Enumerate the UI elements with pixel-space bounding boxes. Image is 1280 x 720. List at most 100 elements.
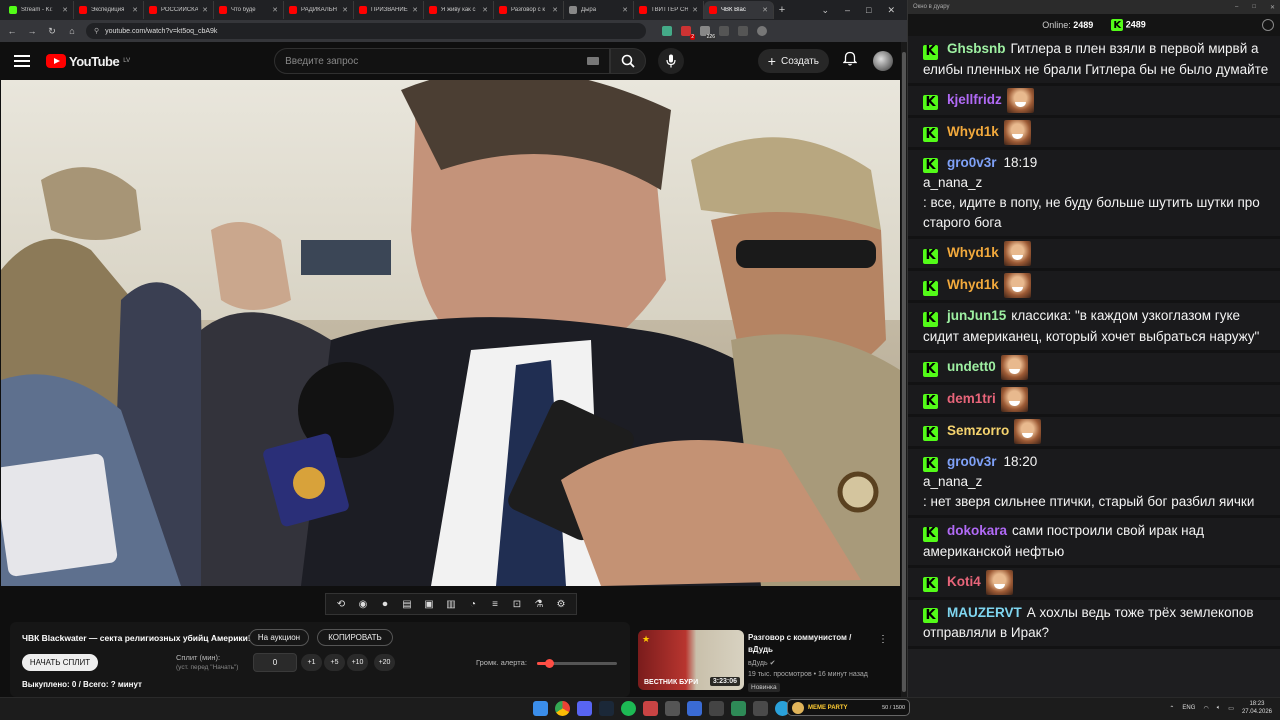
create-button[interactable]: + Создать bbox=[757, 49, 829, 73]
meme-party-widget[interactable]: MEME PARTY 50 / 1500 bbox=[787, 699, 910, 716]
chevron-down-icon[interactable]: ⌄ bbox=[821, 5, 829, 16]
increment-button[interactable]: +1 bbox=[301, 654, 322, 671]
chat-settings-icon[interactable] bbox=[1262, 19, 1274, 31]
chat-username[interactable]: undett0 bbox=[947, 359, 996, 374]
tab-close-icon[interactable]: ✕ bbox=[132, 6, 138, 14]
puzzle-icon[interactable] bbox=[719, 26, 729, 36]
auction-button[interactable]: На аукцион bbox=[249, 629, 309, 646]
app-icon[interactable] bbox=[709, 701, 724, 716]
spotify-icon[interactable] bbox=[621, 701, 636, 716]
site-info-icon[interactable]: ⚲ bbox=[94, 27, 99, 35]
chat-username[interactable]: Whyd1k bbox=[947, 277, 999, 292]
close-icon[interactable]: ✕ bbox=[887, 5, 895, 16]
chat-messages[interactable]: K Ghsbsnb Гитлера в плен взяли в первой ми… bbox=[908, 36, 1280, 697]
tray-chevron-icon[interactable]: ⌃ bbox=[1169, 705, 1174, 712]
screenshot-icon[interactable]: ⊡ bbox=[510, 597, 524, 611]
split-minutes-input[interactable]: 0 bbox=[253, 653, 297, 672]
browser-tab[interactable]: ПРИЗВАНИЕ ✕ bbox=[354, 1, 424, 19]
battery-icon[interactable]: ▭ bbox=[1228, 705, 1234, 712]
flask-icon[interactable]: ⚗ bbox=[532, 597, 546, 611]
close-icon[interactable]: ✕ bbox=[1270, 4, 1275, 11]
recommended-channel[interactable]: вДудь ✔ bbox=[748, 659, 775, 667]
more-options-icon[interactable]: ⋮ bbox=[878, 634, 888, 645]
browser-tab[interactable]: Экспедиция ✕ bbox=[74, 1, 144, 19]
start-icon[interactable] bbox=[533, 701, 548, 716]
volume-icon[interactable]: 🔈︎ bbox=[1217, 705, 1221, 712]
tab-close-icon[interactable]: ✕ bbox=[272, 6, 278, 14]
notifications-button[interactable] bbox=[842, 51, 858, 71]
app-icon[interactable] bbox=[687, 701, 702, 716]
alert-volume-slider[interactable] bbox=[537, 659, 617, 668]
tab-close-icon[interactable]: ✕ bbox=[622, 6, 628, 14]
tab-close-icon[interactable]: ✕ bbox=[412, 6, 418, 14]
transcript-icon[interactable]: ≡ bbox=[488, 597, 502, 611]
home-icon[interactable]: ⌂ bbox=[66, 26, 78, 36]
start-split-button[interactable]: НАЧАТЬ СПЛИТ bbox=[22, 654, 98, 671]
chat-username[interactable]: junJun15 bbox=[947, 308, 1006, 323]
tab-close-icon[interactable]: ✕ bbox=[692, 6, 698, 14]
browser-tab[interactable]: Разговор с к ✕ bbox=[494, 1, 564, 19]
loop-icon[interactable]: ⟲ bbox=[334, 597, 348, 611]
discord-icon[interactable] bbox=[577, 701, 592, 716]
subtitles-icon[interactable]: ▥ bbox=[444, 597, 458, 611]
chat-username[interactable]: Ghsbsnb bbox=[947, 41, 1006, 56]
browser-tab[interactable]: ТВИТТЕР СН ✕ bbox=[634, 1, 704, 19]
chat-username[interactable]: dokokara bbox=[947, 523, 1007, 538]
account-avatar[interactable] bbox=[873, 51, 893, 71]
chat-username[interactable]: dem1tri bbox=[947, 391, 996, 406]
increment-button[interactable]: +20 bbox=[374, 654, 395, 671]
menu-icon[interactable] bbox=[14, 55, 30, 67]
maximize-icon[interactable]: □ bbox=[866, 5, 871, 16]
increment-button[interactable]: +5 bbox=[324, 654, 345, 671]
tab-close-icon[interactable]: ✕ bbox=[482, 6, 488, 14]
new-tab-icon[interactable]: + bbox=[774, 4, 790, 16]
maximize-icon[interactable]: □ bbox=[1252, 4, 1256, 11]
settings-gear-icon[interactable]: ⚙ bbox=[554, 597, 568, 611]
minimize-icon[interactable]: – bbox=[845, 5, 850, 16]
tab-close-icon[interactable]: ✕ bbox=[342, 6, 348, 14]
chat-username[interactable]: kjellfridz bbox=[947, 92, 1002, 107]
download-icon[interactable] bbox=[738, 26, 748, 36]
extension-icon[interactable]: 2 bbox=[681, 26, 695, 40]
recommended-title[interactable]: Разговор с коммунистом / вДудь bbox=[748, 632, 868, 656]
app-icon[interactable] bbox=[665, 701, 680, 716]
minimize-icon[interactable]: – bbox=[1235, 4, 1238, 11]
reload-icon[interactable]: ↻ bbox=[46, 26, 58, 37]
chat-username[interactable]: MAUZERVT bbox=[947, 605, 1022, 620]
scrollbar-thumb[interactable] bbox=[902, 52, 906, 692]
chat-username[interactable]: Whyd1k bbox=[947, 245, 999, 260]
tab-close-icon[interactable]: ✕ bbox=[552, 6, 558, 14]
recommended-video[interactable]: ★ ВЕСТНИК БУРИ 3:23:06 Разговор с коммун… bbox=[638, 630, 900, 694]
copy-button[interactable]: КОПИРОВАТЬ bbox=[317, 629, 393, 646]
tab-close-icon[interactable]: ✕ bbox=[762, 6, 768, 14]
tab-close-icon[interactable]: ✕ bbox=[62, 6, 68, 14]
increment-button[interactable]: +10 bbox=[347, 654, 368, 671]
app-icon[interactable] bbox=[731, 701, 746, 716]
chat-username[interactable]: gro0v3r bbox=[947, 155, 997, 170]
youtube-logo[interactable]: YouTube LV bbox=[46, 54, 130, 69]
keyboard-icon[interactable] bbox=[587, 57, 600, 65]
browser-tab[interactable]: РАДИКАЛЬН ✕ bbox=[284, 1, 354, 19]
back-icon[interactable]: ← bbox=[6, 26, 18, 36]
chat-username[interactable]: Whyd1k bbox=[947, 124, 999, 139]
extension-icon[interactable]: 226 bbox=[700, 26, 716, 40]
url-field[interactable]: ⚲ youtube.com/watch?v=kt5oq_cbA9k bbox=[86, 23, 646, 39]
browser-tab[interactable]: Что буде ✕ bbox=[214, 1, 284, 19]
app-icon[interactable] bbox=[753, 701, 768, 716]
browser-tab[interactable]: Дыра ✕ bbox=[564, 1, 634, 19]
browser-tab[interactable]: ЧВК Blac ✕ bbox=[704, 1, 774, 19]
clock[interactable]: 18:23 27.04.2026 bbox=[1242, 700, 1272, 716]
steam-icon[interactable] bbox=[599, 701, 614, 716]
pip-icon[interactable]: ▣ bbox=[422, 597, 436, 611]
alert-volume-knob[interactable] bbox=[545, 659, 554, 668]
chat-username[interactable]: gro0v3r bbox=[947, 454, 997, 469]
broadcast-icon[interactable]: ◉ bbox=[356, 597, 370, 611]
record-icon[interactable]: ⏺ bbox=[378, 597, 392, 611]
wifi-icon[interactable]: ◠ bbox=[1203, 705, 1208, 712]
profile-icon[interactable] bbox=[757, 26, 767, 36]
browser-tab[interactable]: РОССИЙСКАЯ ✕ bbox=[144, 1, 214, 19]
chat-username[interactable]: Koti4 bbox=[947, 574, 981, 589]
browser-tab[interactable]: Я живу как с ✕ bbox=[424, 1, 494, 19]
speed-icon[interactable]: ◔ bbox=[466, 597, 480, 611]
browser-tab[interactable]: Stream - Ki: ✕ bbox=[4, 1, 74, 19]
